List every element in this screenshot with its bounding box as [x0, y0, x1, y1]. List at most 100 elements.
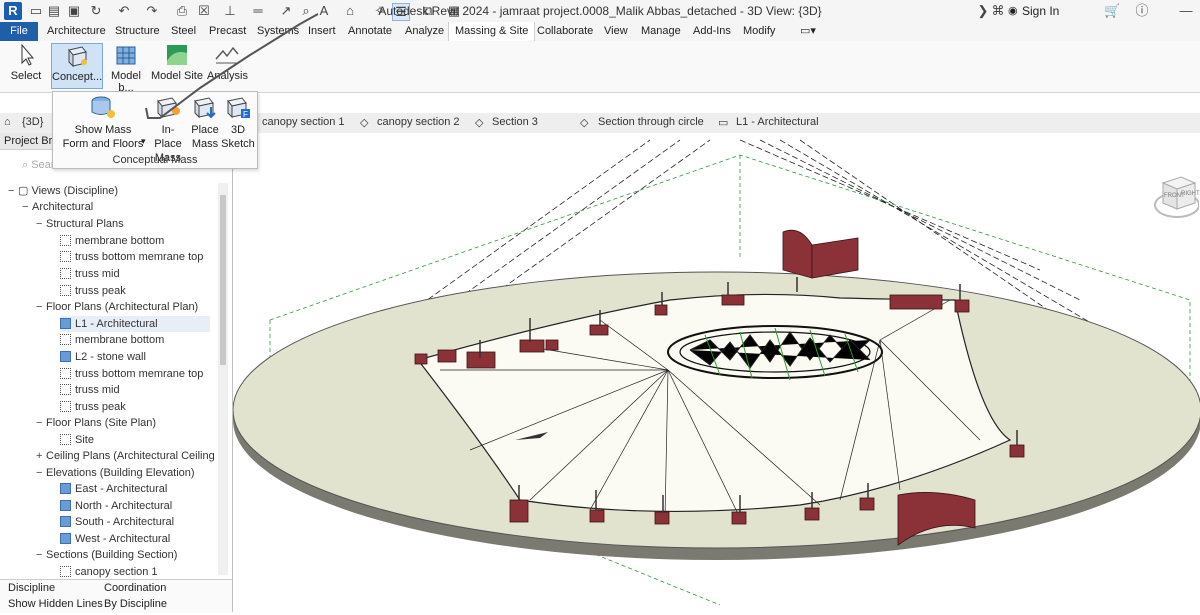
in-place-label: In-Place	[154, 124, 182, 150]
open-icon[interactable]: ▭	[28, 3, 44, 19]
discipline-value[interactable]: Coordination	[104, 582, 166, 594]
browser-scroll-thumb[interactable]	[220, 195, 226, 365]
search-icon: ⌕	[22, 159, 32, 171]
tag-icon[interactable]: ⌕	[298, 3, 314, 19]
tree-view-item[interactable]: truss bottom memrane top	[60, 366, 203, 382]
tree-view-item[interactable]: East - Architectural	[60, 481, 167, 497]
select-button[interactable]: Select	[8, 43, 44, 89]
tab-file[interactable]: File	[0, 22, 38, 41]
tree-node[interactable]: − Elevations (Building Elevation)	[36, 465, 195, 481]
view-cube-right[interactable]: RIGHT	[1181, 191, 1200, 197]
tree-view-item[interactable]: truss mid	[60, 382, 120, 398]
tree-node[interactable]: − Floor Plans (Architectural Plan)	[36, 299, 198, 315]
user-icon[interactable]: ◉	[1008, 4, 1018, 17]
tab-insert[interactable]: Insert	[308, 25, 336, 37]
tree-view-item[interactable]: membrane bottom	[60, 332, 164, 348]
cart-icon[interactable]: 🛒	[1104, 3, 1120, 19]
undo-icon[interactable]: ↶	[116, 3, 132, 19]
tree-node[interactable]: +Ceiling Plans (Architectural Ceiling Pl…	[36, 448, 216, 464]
tab-precast[interactable]: Precast	[209, 25, 246, 37]
search-arrow-icon[interactable]: ❯	[975, 3, 991, 19]
tree-view-item[interactable]: West - Architectural	[60, 531, 170, 547]
tree-view-item[interactable]: truss peak	[60, 399, 126, 415]
minimize-icon[interactable]: —	[1178, 3, 1194, 19]
in-place-mass-icon	[157, 97, 180, 119]
discipline-label: Discipline	[8, 582, 56, 594]
view-tab-section-3[interactable]: Section 3	[492, 116, 538, 128]
home-icon[interactable]: ⌂	[4, 116, 11, 128]
tree-view-item[interactable]: membrane bottom	[60, 233, 164, 249]
3d-sketch-icon: F	[227, 97, 250, 119]
tab-collaborate[interactable]: Collaborate	[537, 25, 593, 37]
redo-icon[interactable]: ↷	[144, 3, 160, 19]
print-icon[interactable]: ⎙	[174, 3, 190, 19]
panel-options-icon[interactable]: ▭▾	[800, 24, 816, 37]
plan-view-icon	[60, 401, 71, 412]
help-icon[interactable]: ⓘ	[1134, 3, 1150, 19]
switch-windows-icon[interactable]: ▦	[446, 3, 462, 19]
place-mass-button[interactable]: Place Mass	[189, 95, 221, 151]
tree-node[interactable]: − Structural Plans	[36, 216, 124, 232]
tab-structure[interactable]: Structure	[115, 25, 160, 37]
tab-manage[interactable]: Manage	[641, 25, 681, 37]
view-tab-l1-architectural[interactable]: L1 - Architectural	[736, 116, 819, 128]
binoculars-icon[interactable]: ⌘	[990, 3, 1006, 19]
sync-icon[interactable]: ↻	[88, 3, 104, 19]
3d-view-canvas[interactable]: FRONT RIGHT	[232, 133, 1200, 612]
tree-view-item[interactable]: canopy section 1	[60, 564, 158, 580]
dimension-icon[interactable]: ↗	[278, 3, 294, 19]
view-tab-canopy-section-2[interactable]: canopy section 2	[377, 116, 460, 128]
tab-systems[interactable]: Systems	[257, 25, 299, 37]
tree-view-item[interactable]: North - Architectural	[60, 498, 172, 514]
model-site-button[interactable]: Model Site	[151, 43, 203, 89]
hidden-lines-value[interactable]: By Discipline	[104, 598, 167, 610]
tab-architecture[interactable]: Architecture	[47, 25, 106, 37]
place-label-2: Mass	[191, 138, 219, 150]
tab-add-ins[interactable]: Add-Ins	[693, 25, 731, 37]
tree-node[interactable]: − ▢ Views (Discipline)	[8, 183, 118, 199]
default-3d-icon[interactable]: ⌂	[342, 3, 358, 19]
open-folder-icon[interactable]: ▤	[46, 3, 62, 19]
tree-view-item[interactable]: truss bottom memrane top	[60, 249, 203, 265]
tree-node[interactable]: − Floor Plans (Site Plan)	[36, 415, 156, 431]
tree-view-item[interactable]: Site	[60, 432, 94, 448]
3d-sketch-button[interactable]: F 3D Sketch	[221, 95, 255, 151]
select-label: Select	[10, 70, 42, 82]
close-hidden-icon[interactable]: ☒	[196, 3, 212, 19]
tab-massing-site[interactable]: Massing & Site	[448, 22, 536, 41]
section-icon[interactable]: ✧	[372, 3, 388, 19]
svg-text:F: F	[243, 110, 248, 119]
tree-view-item-selected[interactable]: L1 - Architectural	[60, 316, 210, 332]
tree-view-item[interactable]: truss peak	[60, 283, 126, 299]
view-tab-3d[interactable]: {3D}	[22, 116, 43, 128]
tree-view-item[interactable]: truss mid	[60, 266, 120, 282]
elevation-view-icon	[60, 483, 71, 494]
tab-annotate[interactable]: Annotate	[348, 25, 392, 37]
close-windows-icon[interactable]: ⧉	[420, 3, 436, 19]
thin-lines-icon[interactable]: ☰	[392, 3, 410, 21]
tab-view[interactable]: View	[604, 25, 628, 37]
conceptual-mass-button[interactable]: Concept...	[51, 43, 103, 89]
tab-modify[interactable]: Modify	[743, 25, 775, 37]
save-icon[interactable]: ▣	[66, 3, 82, 19]
tree-node[interactable]: − Sections (Building Section)	[36, 547, 177, 563]
view-tab-section-through-circle[interactable]: Section through circle	[598, 116, 704, 128]
tab-analyze[interactable]: Analyze	[405, 25, 444, 37]
analysis-button[interactable]: Analysis	[207, 43, 248, 89]
analysis-label: Analysis	[207, 70, 248, 82]
view-tab-canopy-section-1[interactable]: canopy section 1	[262, 116, 345, 128]
tree-view-item[interactable]: L2 - stone wall	[60, 349, 146, 365]
view-cube[interactable]: FRONT RIGHT	[1151, 169, 1200, 221]
plan-view-icon	[60, 368, 71, 379]
text-icon[interactable]: A	[316, 3, 332, 19]
tree-node[interactable]: − Architectural	[22, 199, 93, 215]
sign-in-link[interactable]: Sign In	[1022, 4, 1059, 18]
tree-view-item[interactable]: South - Architectural	[60, 514, 174, 530]
tab-steel[interactable]: Steel	[171, 25, 196, 37]
revit-logo[interactable]: R	[4, 2, 22, 20]
model-by-face-button[interactable]: Model b...	[103, 43, 149, 94]
dropdown-arrow-icon[interactable]: ▾	[141, 136, 146, 147]
show-mass-button[interactable]: Show Mass Form and Floors	[61, 95, 145, 151]
align-icon[interactable]: ═	[250, 3, 266, 19]
measure-icon[interactable]: ⊥	[222, 3, 238, 19]
